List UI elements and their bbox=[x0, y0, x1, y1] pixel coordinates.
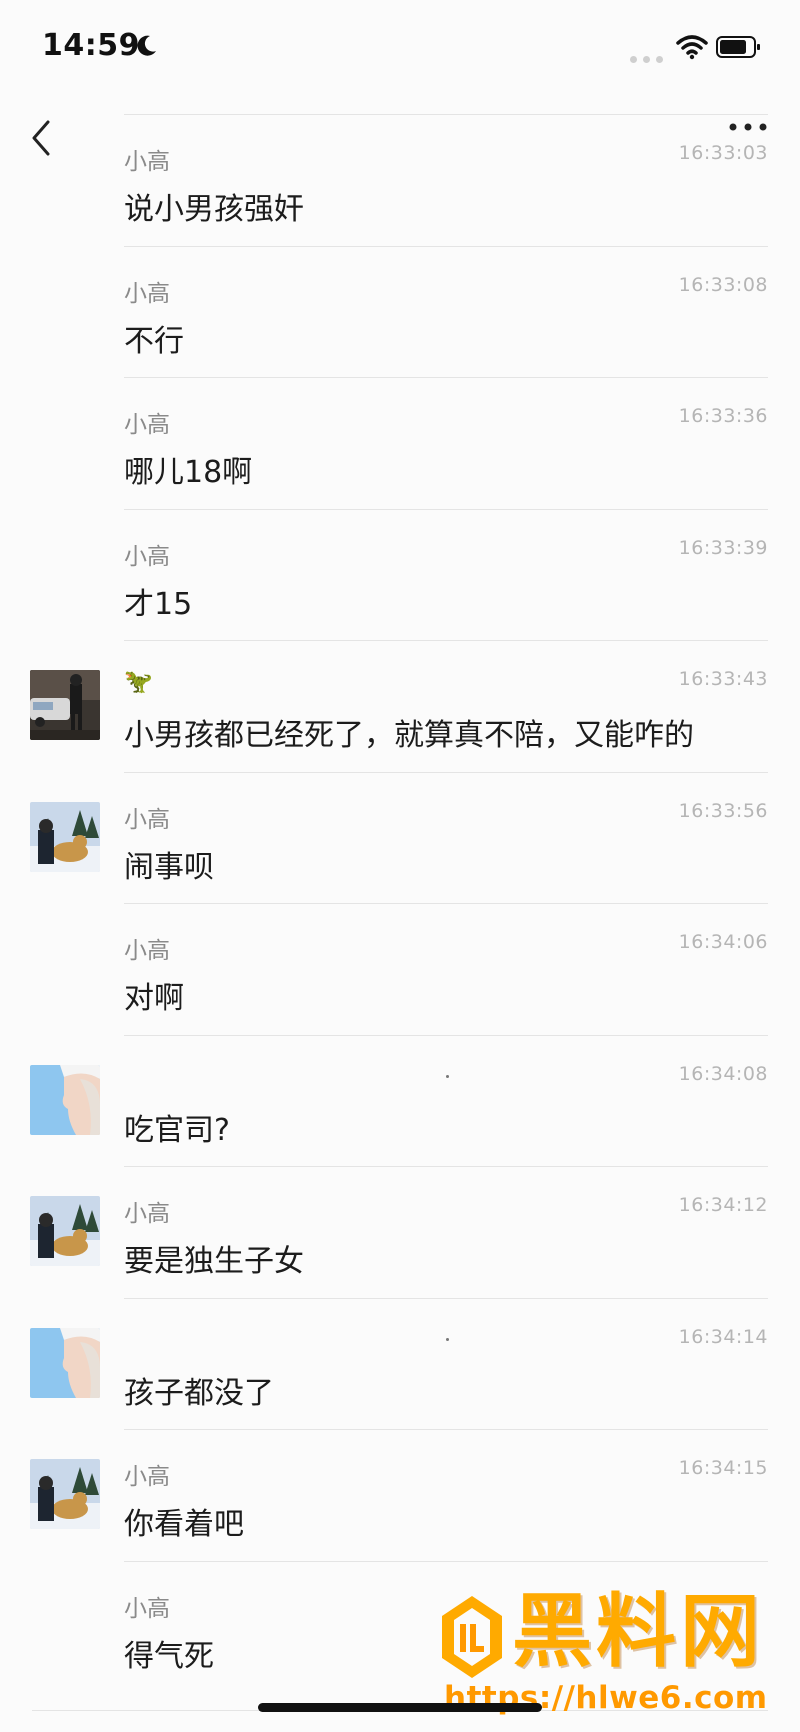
message-text: 闹事呗 bbox=[124, 849, 214, 885]
message-text: 哪儿18啊 bbox=[124, 455, 253, 490]
message-time: 16:33:43 bbox=[678, 668, 768, 690]
divider bbox=[124, 903, 768, 904]
sender-name: 小高 bbox=[124, 1595, 170, 1622]
divider bbox=[124, 114, 768, 115]
message-text: 要是独生子女 bbox=[124, 1244, 304, 1279]
car-photo-avatar[interactable] bbox=[30, 670, 100, 740]
message-row[interactable]: 小高 16:33:08 不行 bbox=[0, 245, 800, 378]
profile-girl-avatar[interactable] bbox=[30, 1064, 100, 1135]
dog-snow-avatar[interactable] bbox=[30, 1459, 100, 1529]
divider bbox=[124, 508, 768, 510]
profile-girl-avatar[interactable] bbox=[30, 1327, 100, 1398]
divider bbox=[124, 640, 768, 641]
message-text: 不行 bbox=[124, 323, 184, 359]
message-time: 16:33:56 bbox=[678, 799, 768, 822]
moon-icon bbox=[137, 35, 156, 56]
message-time: 16:33:36 bbox=[678, 405, 768, 427]
message-text: 对啊 bbox=[124, 981, 184, 1016]
divider bbox=[124, 771, 768, 773]
sender-name: 🦖 bbox=[124, 669, 153, 695]
battery-icon bbox=[716, 36, 760, 58]
divider bbox=[124, 1560, 768, 1562]
sender-name: 小高 bbox=[124, 1464, 170, 1490]
sender-name: 小高 bbox=[124, 280, 170, 307]
sender-name: 小高 bbox=[124, 149, 170, 175]
message-time: 16:34:15 bbox=[678, 1457, 768, 1479]
message-text: 小男孩都已经死了，就算真不陪，又能咋的 bbox=[124, 718, 694, 753]
dog-snow-avatar[interactable] bbox=[30, 1196, 100, 1266]
watermark-title: 黑料网 bbox=[512, 1585, 764, 1678]
message-time: 16:34:08 bbox=[678, 1062, 768, 1085]
decoration-dot bbox=[446, 1337, 449, 1341]
message-text: 孩子都没了 bbox=[124, 1375, 274, 1411]
divider bbox=[124, 1429, 768, 1430]
divider bbox=[124, 245, 768, 247]
message-time: 16:34:12 bbox=[678, 1194, 768, 1216]
message-row[interactable]: 16:34:08 吃官司? bbox=[0, 1034, 800, 1167]
sender-name: 小高 bbox=[124, 938, 170, 964]
message-time: 16:34:14 bbox=[678, 1325, 768, 1348]
message-time: 16:34:06 bbox=[678, 931, 768, 953]
message-row[interactable]: 小高 16:33:03 说小男孩强奸 bbox=[0, 114, 800, 246]
decoration-dot bbox=[446, 1074, 449, 1078]
watermark: 黑料网 https://hlwe6.com bbox=[436, 1582, 776, 1716]
divider bbox=[124, 1297, 768, 1299]
message-row[interactable]: 小高 16:33:36 哪儿18啊 bbox=[0, 377, 800, 509]
message-row[interactable]: 小高 16:33:39 才15 bbox=[0, 508, 800, 641]
sender-name: 小高 bbox=[124, 1201, 170, 1227]
chat-history-list[interactable]: 小高 16:33:03 说小男孩强奸 小高 16:33:08 不行 小高 16:… bbox=[0, 114, 800, 1692]
dog-snow-avatar[interactable] bbox=[30, 801, 100, 872]
divider bbox=[124, 1166, 768, 1167]
message-time: 16:33:08 bbox=[678, 273, 768, 296]
message-row[interactable]: 小高 16:34:12 要是独生子女 bbox=[0, 1166, 800, 1298]
message-text: 吃官司? bbox=[124, 1112, 230, 1148]
status-time: 14:59 bbox=[42, 28, 140, 63]
message-text: 你看着吧 bbox=[124, 1507, 244, 1542]
sender-name: 小高 bbox=[124, 412, 170, 438]
message-row[interactable]: 16:34:14 孩子都没了 bbox=[0, 1297, 800, 1430]
message-row[interactable]: 🦖 16:33:43 小男孩都已经死了，就算真不陪，又能咋的 bbox=[0, 640, 800, 772]
divider bbox=[124, 377, 768, 378]
status-bar: 14:59 bbox=[0, 0, 800, 90]
message-row[interactable]: 小高 16:34:06 对啊 bbox=[0, 903, 800, 1035]
message-row[interactable]: 小高 16:33:56 闹事呗 bbox=[0, 771, 800, 904]
message-time: 16:33:39 bbox=[678, 536, 768, 559]
message-text: 才15 bbox=[124, 586, 193, 622]
wifi-icon bbox=[676, 35, 708, 60]
message-text: 得气死 bbox=[124, 1638, 214, 1674]
cellular-signal-icon bbox=[630, 48, 669, 67]
message-row[interactable]: 小高 16:34:15 你看着吧 bbox=[0, 1429, 800, 1561]
divider bbox=[124, 1034, 768, 1036]
message-time: 16:33:03 bbox=[678, 142, 768, 164]
sender-name: 小高 bbox=[124, 543, 170, 570]
watermark-logo-icon bbox=[442, 1596, 502, 1678]
home-indicator[interactable] bbox=[258, 1703, 542, 1712]
message-text: 说小男孩强奸 bbox=[124, 192, 304, 227]
sender-name: 小高 bbox=[124, 806, 170, 833]
